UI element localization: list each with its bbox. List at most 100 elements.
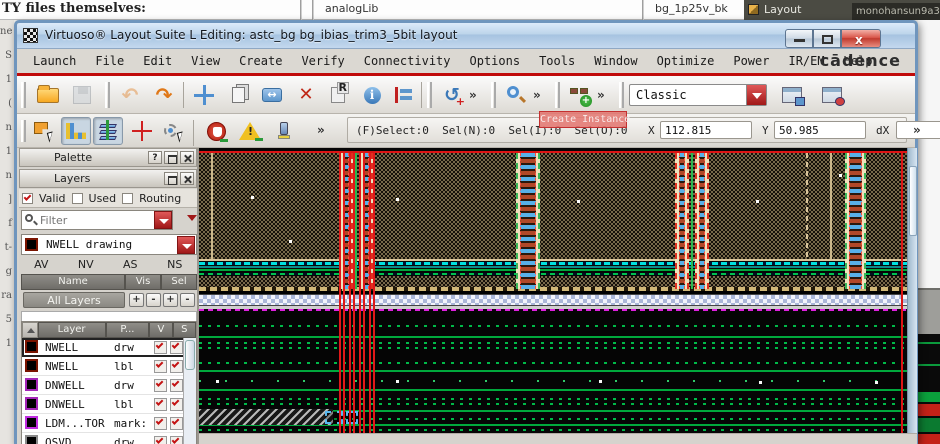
layer-table-scrollbar[interactable] (183, 338, 196, 444)
chevron-down-icon[interactable] (746, 85, 766, 105)
layer-row[interactable]: DNWELL lbl (22, 395, 185, 414)
title-bar[interactable]: Virtuoso® Layout Suite L Editing: astc_b… (17, 23, 915, 49)
vis-column-header[interactable]: Vis (125, 274, 161, 290)
menu-item[interactable]: View (191, 54, 220, 68)
menu-item[interactable]: Tools (539, 54, 575, 68)
menu-item[interactable]: Verify (301, 54, 344, 68)
info-button[interactable]: i (357, 81, 387, 109)
y-coordinate-field[interactable] (774, 121, 866, 139)
layer-row[interactable]: DNWELL drw (22, 376, 185, 395)
active-layer-selector[interactable]: NWELL drawing (21, 234, 197, 255)
rotate-properties-button[interactable]: R (323, 81, 353, 109)
chevron-down-icon[interactable] (187, 215, 197, 221)
palette-help-button[interactable]: ? (148, 151, 162, 164)
overflow-chevron[interactable]: » (533, 88, 541, 102)
create-path-button[interactable] (61, 117, 91, 145)
toolbar-grip[interactable] (491, 82, 496, 108)
align-button[interactable] (389, 81, 419, 109)
minimize-button[interactable] (785, 29, 813, 48)
delete-button[interactable]: ✕ (291, 81, 321, 109)
menu-item[interactable]: Edit (143, 54, 172, 68)
zoom-button[interactable] (501, 81, 531, 109)
palette-close-button[interactable] (180, 151, 194, 164)
quick-column-label[interactable]: AS (108, 258, 153, 273)
purpose-column-header[interactable]: P... (106, 322, 150, 338)
all-layers-button[interactable]: All Layers (23, 292, 125, 308)
open-button[interactable] (33, 81, 63, 109)
move-button[interactable] (189, 81, 219, 109)
menu-item[interactable]: Create (239, 54, 282, 68)
overflow-chevron[interactable]: » (317, 123, 325, 137)
redo-button[interactable]: ↷ (149, 81, 179, 109)
all-vis-plus-button[interactable]: + (129, 293, 144, 307)
revert-workspace-button[interactable] (817, 81, 847, 109)
v-column-header[interactable]: V (149, 322, 172, 338)
partial-select-button[interactable] (159, 117, 189, 145)
sort-button[interactable] (22, 322, 38, 338)
overflow-chevron[interactable]: » (469, 88, 477, 102)
menu-item[interactable]: Launch (33, 54, 76, 68)
quick-column-label[interactable]: NS (153, 258, 198, 273)
palette-header[interactable]: Palette ? (19, 148, 197, 167)
layout-canvas[interactable] (199, 148, 907, 433)
name-column-header[interactable]: Name (21, 274, 125, 290)
layer-filter-input[interactable] (40, 212, 150, 228)
layer-row[interactable]: OSVD drw (22, 433, 185, 444)
toolbar-grip[interactable] (555, 82, 560, 108)
menu-item[interactable]: File (95, 54, 124, 68)
scrollbar-thumb[interactable] (909, 166, 917, 236)
toolbar-grip[interactable] (427, 82, 432, 108)
filter-checkbox[interactable] (72, 193, 83, 204)
menu-item[interactable]: Connectivity (364, 54, 451, 68)
quick-column-label[interactable]: AV (19, 258, 64, 273)
all-sel-plus-button[interactable]: + (163, 293, 178, 307)
menu-item[interactable]: Window (594, 54, 637, 68)
chevron-down-icon[interactable] (177, 236, 195, 254)
selectable-checkbox[interactable] (170, 379, 183, 392)
visibility-checkbox[interactable] (154, 417, 167, 430)
save-workspace-button[interactable] (777, 81, 807, 109)
all-vis-minus-button[interactable]: - (146, 293, 161, 307)
layers-close-button[interactable] (180, 172, 194, 185)
close-button[interactable]: x (841, 29, 881, 48)
toolbar-grip[interactable] (105, 82, 110, 108)
save-button[interactable] (67, 81, 97, 109)
layers-float-button[interactable] (164, 172, 178, 185)
stop-button[interactable] (201, 117, 231, 145)
selectable-checkbox[interactable] (170, 341, 183, 354)
layer-filter-box[interactable] (21, 210, 173, 230)
pin-button[interactable] (269, 117, 299, 145)
menu-item[interactable]: Options (470, 54, 521, 68)
x-coordinate-field[interactable] (660, 121, 752, 139)
workspace-combobox[interactable]: Classic (629, 84, 767, 106)
toolbar-grip[interactable] (21, 120, 26, 142)
undo-button[interactable]: ↶ (115, 81, 145, 109)
crosshair-button[interactable] (127, 117, 157, 145)
filter-checkbox[interactable] (22, 193, 33, 204)
overflow-chevron[interactable]: » (913, 123, 921, 137)
update-button[interactable]: ↺+ (437, 81, 467, 109)
all-sel-minus-button[interactable]: - (180, 293, 195, 307)
maximize-button[interactable] (813, 29, 841, 48)
s-column-header[interactable]: S (173, 322, 196, 338)
layer-column-header[interactable]: Layer (38, 322, 106, 338)
copy-button[interactable] (223, 81, 253, 109)
visibility-checkbox[interactable] (154, 436, 167, 444)
filter-checkbox[interactable] (122, 193, 133, 204)
palette-float-button[interactable] (164, 151, 178, 164)
visibility-checkbox[interactable] (154, 360, 167, 373)
sel-column-header[interactable]: Sel (161, 274, 197, 290)
visibility-checkbox[interactable] (154, 379, 167, 392)
menu-item[interactable]: Optimize (657, 54, 715, 68)
create-via-button[interactable]: + (565, 81, 595, 109)
toolbar-grip[interactable] (619, 82, 624, 108)
toolbar-grip[interactable] (21, 82, 26, 108)
selectable-checkbox[interactable] (170, 417, 183, 430)
selectable-checkbox[interactable] (170, 360, 183, 373)
layer-row[interactable]: NWELL drw (22, 338, 185, 357)
warning-button[interactable] (235, 117, 265, 145)
overflow-chevron[interactable]: » (597, 88, 605, 102)
scrollbar-thumb[interactable] (185, 340, 195, 370)
menu-item[interactable]: Power (733, 54, 769, 68)
stretch-button[interactable]: ↔ (257, 81, 287, 109)
